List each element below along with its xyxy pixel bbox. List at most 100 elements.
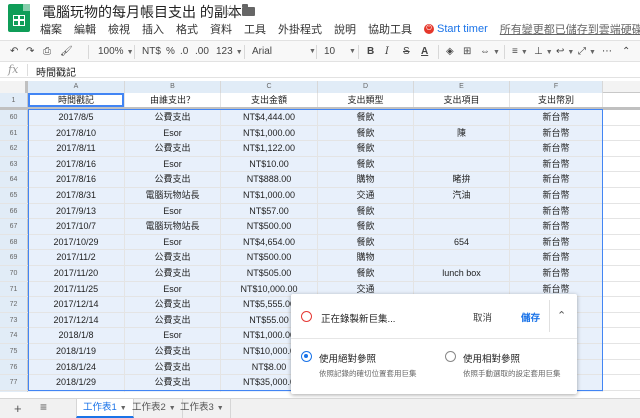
menu-format[interactable]: 格式 [176, 21, 198, 37]
table-cell[interactable]: 餐飲 [318, 141, 414, 156]
table-cell[interactable]: 公費支出 [125, 312, 221, 328]
header-cell[interactable]: 時間戳記 [28, 93, 125, 107]
table-cell[interactable]: 2017/8/16 [28, 172, 125, 187]
row-number[interactable]: 67 [0, 219, 28, 234]
table-cell[interactable]: NT$57.00 [221, 203, 318, 219]
table-cell[interactable]: NT$10.00 [221, 156, 318, 172]
table-cell[interactable]: 餐飲 [318, 156, 414, 172]
table-cell[interactable]: 2018/1/19 [28, 344, 125, 359]
horizontal-align-icon[interactable]: ≡ ▼ [512, 44, 528, 60]
table-cell[interactable]: Esor [125, 203, 221, 219]
table-cell[interactable]: 2018/1/29 [28, 375, 125, 390]
chevron-down-icon[interactable]: ▼ [217, 405, 224, 412]
table-cell[interactable]: 電腦玩物站長 [125, 188, 221, 203]
table-cell[interactable]: 2017/12/14 [28, 312, 125, 328]
table-cell[interactable]: 654 [414, 234, 510, 250]
borders-icon[interactable]: ⊞ [463, 44, 471, 60]
percent-format-button[interactable]: % [166, 44, 175, 60]
row-number[interactable]: 76 [0, 359, 28, 375]
formula-input[interactable]: 時間戳記 [36, 64, 76, 79]
chevron-up-icon[interactable]: ⌃ [557, 309, 566, 322]
increase-decimal-button[interactable]: .00 [195, 44, 209, 60]
table-cell[interactable]: 新台幣 [510, 141, 603, 156]
zoom-select[interactable]: 100% ▼ [98, 44, 134, 60]
vertical-align-icon[interactable]: ⊥ ▼ [534, 44, 553, 60]
table-cell[interactable]: 新台幣 [510, 156, 603, 172]
table-cell[interactable]: 公費支出 [125, 110, 221, 125]
more-formats-select[interactable]: 123 ▼ [216, 44, 243, 60]
row-number[interactable]: 68 [0, 234, 28, 250]
table-cell[interactable]: Esor [125, 328, 221, 343]
table-cell[interactable]: 公費支出 [125, 266, 221, 281]
table-cell[interactable]: 2017/8/11 [28, 141, 125, 156]
table-cell[interactable]: 2017/8/16 [28, 156, 125, 172]
table-cell[interactable]: 購物 [318, 172, 414, 187]
menu-view[interactable]: 檢視 [108, 21, 130, 37]
table-cell[interactable]: 公費支出 [125, 141, 221, 156]
row-number[interactable]: 72 [0, 297, 28, 312]
table-cell[interactable] [414, 141, 510, 156]
table-cell[interactable]: 新台幣 [510, 250, 603, 265]
sheets-logo-icon[interactable] [8, 4, 30, 32]
header-cell[interactable]: 支出幣別 [510, 93, 603, 107]
save-button[interactable]: 儲存 [521, 310, 540, 324]
row-number[interactable]: 64 [0, 172, 28, 187]
table-cell[interactable]: 公費支出 [125, 250, 221, 265]
table-cell[interactable]: 購物 [318, 250, 414, 265]
table-cell[interactable]: NT$500.00 [221, 250, 318, 265]
column-header-b[interactable]: B [125, 81, 221, 93]
table-cell[interactable]: 新台幣 [510, 219, 603, 234]
row-number[interactable]: 70 [0, 266, 28, 281]
table-cell[interactable]: 餐飲 [318, 219, 414, 234]
table-cell[interactable]: 2017/12/14 [28, 297, 125, 312]
table-cell[interactable]: 新台幣 [510, 234, 603, 250]
select-all-corner[interactable] [0, 81, 28, 93]
table-cell[interactable]: 新台幣 [510, 266, 603, 281]
italic-button[interactable]: I [385, 44, 389, 60]
row-number[interactable]: 65 [0, 188, 28, 203]
power-icon[interactable]: ⏻ [424, 24, 434, 34]
table-cell[interactable]: 2017/10/7 [28, 219, 125, 234]
row-number[interactable]: 63 [0, 156, 28, 172]
table-cell[interactable]: 餐飲 [318, 203, 414, 219]
column-header-f[interactable]: F [510, 81, 603, 93]
table-cell[interactable]: Esor [125, 156, 221, 172]
row-number[interactable]: 77 [0, 375, 28, 390]
menu-help[interactable]: 說明 [334, 21, 356, 37]
table-cell[interactable]: 公費支出 [125, 297, 221, 312]
row-number[interactable]: 1 [0, 93, 28, 107]
table-cell[interactable]: 睹拚 [414, 172, 510, 187]
currency-format-button[interactable]: NT$ [142, 44, 161, 60]
menu-accessibility[interactable]: 協助工具 [368, 21, 412, 37]
table-cell[interactable]: 公費支出 [125, 359, 221, 375]
table-cell[interactable]: NT$505.00 [221, 266, 318, 281]
absolute-reference-label[interactable]: 使用絕對參照 [319, 351, 376, 365]
row-number[interactable]: 69 [0, 250, 28, 265]
table-cell[interactable]: NT$1,000.00 [221, 188, 318, 203]
fill-color-icon[interactable]: ◈ [446, 44, 454, 60]
table-cell[interactable]: 電腦玩物站長 [125, 219, 221, 234]
table-cell[interactable] [414, 156, 510, 172]
table-cell[interactable]: 2017/8/5 [28, 110, 125, 125]
row-number[interactable]: 75 [0, 344, 28, 359]
table-cell[interactable]: 公費支出 [125, 344, 221, 359]
table-cell[interactable]: 2017/8/10 [28, 125, 125, 141]
table-cell[interactable]: 公費支出 [125, 375, 221, 390]
table-cell[interactable]: 新台幣 [510, 110, 603, 125]
table-cell[interactable]: 陳 [414, 125, 510, 141]
merge-cells-icon[interactable]: ⇔ ▼ [480, 44, 500, 60]
table-cell[interactable]: 餐飲 [318, 110, 414, 125]
menu-tools[interactable]: 工具 [244, 21, 266, 37]
row-number[interactable]: 61 [0, 125, 28, 141]
table-cell[interactable]: NT$1,122.00 [221, 141, 318, 156]
text-rotate-icon[interactable]: ⤢ ▼ [578, 44, 596, 60]
table-cell[interactable]: NT$1,000.00 [221, 125, 318, 141]
column-header-c[interactable]: C [221, 81, 318, 93]
table-cell[interactable]: 2017/10/29 [28, 234, 125, 250]
table-cell[interactable]: 公費支出 [125, 172, 221, 187]
table-cell[interactable]: 2017/11/25 [28, 281, 125, 297]
header-cell[interactable]: 支出項目 [414, 93, 510, 107]
header-cell[interactable]: 由誰支出？ [125, 93, 221, 107]
table-cell[interactable]: 新台幣 [510, 203, 603, 219]
table-cell[interactable]: Esor [125, 125, 221, 141]
